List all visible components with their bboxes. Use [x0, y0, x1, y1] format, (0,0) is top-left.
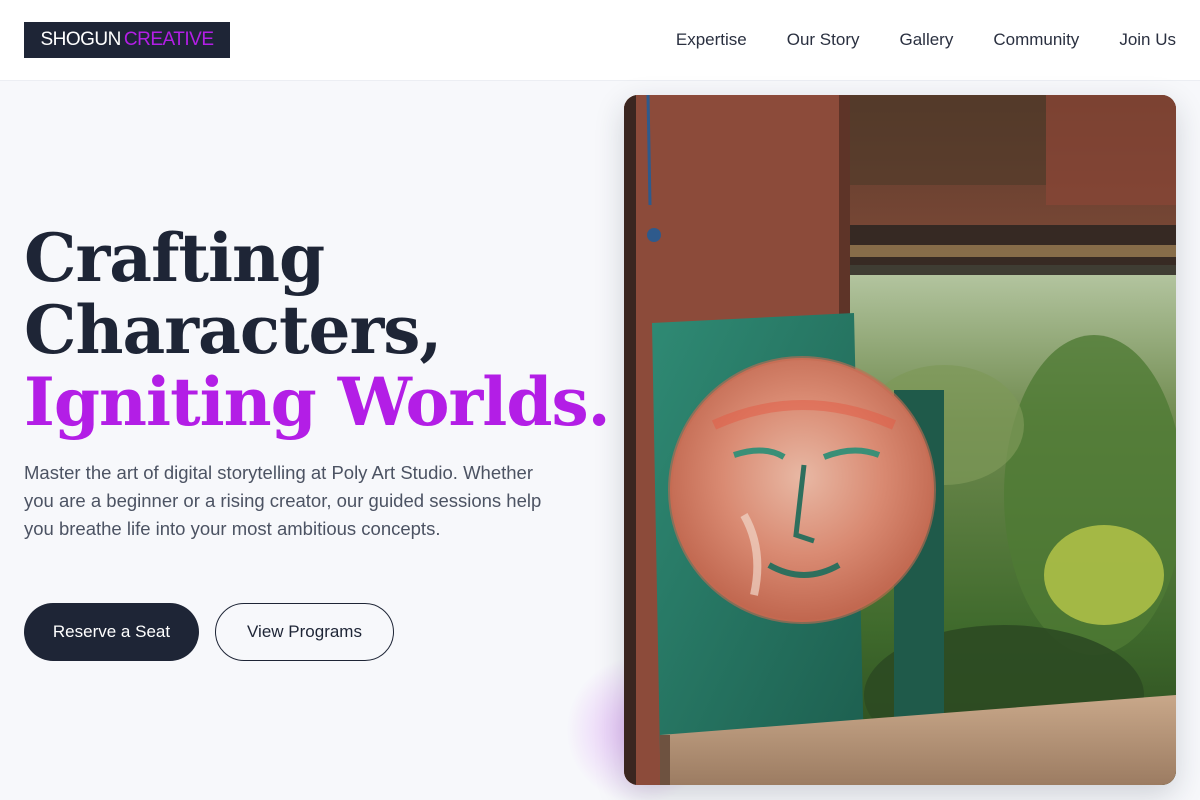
view-programs-button[interactable]: View Programs [215, 603, 394, 661]
nav-link-expertise[interactable]: Expertise [676, 30, 747, 50]
headline-line-1: Crafting [24, 219, 325, 297]
hero-photo-painted-face-mural [624, 95, 1176, 785]
hero-description: Master the art of digital storytelling a… [24, 462, 542, 539]
logo[interactable]: SHOGUN CREATIVE [24, 22, 230, 58]
logo-word-shogun: SHOGUN [40, 29, 121, 50]
nav-link-join-us[interactable]: Join Us [1119, 30, 1176, 50]
main-nav: Expertise Our Story Gallery Community Jo… [676, 30, 1176, 50]
hero-headline: Crafting Characters, Igniting Worlds. [24, 219, 611, 441]
headline-line-3-accent: Igniting Worlds. [24, 363, 611, 441]
nav-link-our-story[interactable]: Our Story [787, 30, 860, 50]
reserve-seat-button[interactable]: Reserve a Seat [24, 603, 199, 661]
nav-link-gallery[interactable]: Gallery [899, 30, 953, 50]
site-header: SHOGUN CREATIVE Expertise Our Story Galle… [0, 0, 1200, 81]
nav-link-community[interactable]: Community [993, 30, 1079, 50]
headline-line-2: Characters, [24, 291, 442, 369]
logo-word-creative: CREATIVE [123, 29, 214, 50]
